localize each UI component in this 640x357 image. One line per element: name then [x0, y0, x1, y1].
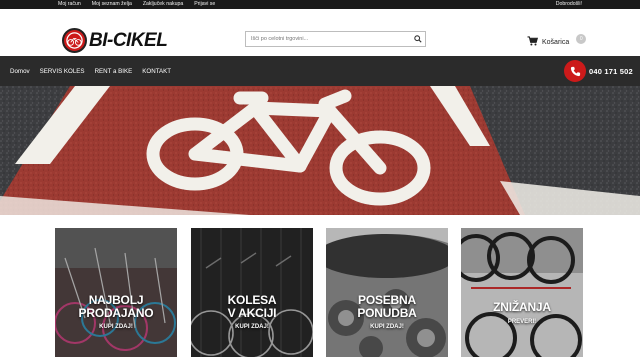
site-logo[interactable]: BI-CIKEL	[62, 28, 168, 53]
phone-contact[interactable]: 040 171 502	[564, 60, 633, 82]
top-bar: Moj račun Moj seznam želja Zaključek nak…	[0, 0, 640, 9]
search-icon[interactable]	[411, 32, 425, 46]
nav-item-home[interactable]: Domov	[10, 68, 30, 75]
bicycle-wheel-logo-icon	[62, 28, 87, 53]
shopping-cart-icon	[527, 33, 539, 51]
cart-button[interactable]: Košarica 0	[527, 33, 587, 51]
nav-item-rent-a-bike[interactable]: RENT a BIKE	[95, 68, 133, 75]
tile-title-line2: V AKCIJI	[227, 306, 277, 320]
main-navigation: Domov SERVIS KOLES RENT a BIKE KONTAKT 0…	[0, 56, 640, 86]
search-box	[245, 31, 426, 47]
link-wishlist[interactable]: Moj seznam želja	[92, 1, 132, 8]
tile-cta: KUPI ZDAJ!	[99, 324, 133, 330]
tile-discounts[interactable]: ZNIŽANJA PREVERI!	[461, 228, 583, 357]
bike-lane-image	[0, 86, 640, 215]
nav-item-contact[interactable]: KONTAKT	[142, 68, 171, 75]
link-my-account[interactable]: Moj račun	[58, 1, 81, 8]
site-header: BI-CIKEL Košarica 0	[0, 9, 640, 56]
logo-wordmark: BI-CIKEL	[89, 30, 168, 51]
tile-title-line1: ZNIŽANJA	[493, 300, 551, 314]
nav-item-bike-service[interactable]: SERVIS KOLES	[40, 68, 85, 75]
tile-bikes-on-sale[interactable]: KOLESA V AKCIJI KUPI ZDAJ!	[191, 228, 313, 357]
category-tiles: NAJBOLJ PRODAJANO KUPI ZDAJ! KOLESA V AK…	[0, 228, 640, 357]
tile-best-sellers[interactable]: NAJBOLJ PRODAJANO KUPI ZDAJ!	[55, 228, 177, 357]
cart-count-badge: 0	[576, 34, 587, 44]
tile-cta: KUPI ZDAJ!	[370, 324, 404, 330]
account-links: Moj račun Moj seznam želja Zaključek nak…	[58, 1, 215, 8]
tile-cta: PREVERI!	[507, 319, 537, 325]
phone-number: 040 171 502	[589, 66, 633, 76]
link-login[interactable]: Prijavi se	[194, 1, 215, 8]
tile-cta: KUPI ZDAJ!	[235, 324, 269, 330]
phone-icon	[564, 60, 586, 82]
welcome-message: Dobrodošli!	[555, 1, 582, 7]
tile-special-offer[interactable]: POSEBNA PONUDBA KUPI ZDAJ!	[326, 228, 448, 357]
link-checkout[interactable]: Zaključek nakupa	[143, 1, 183, 8]
discounts-image	[461, 228, 583, 357]
tile-title-line2: PONUDBA	[357, 306, 417, 320]
tile-title-line2: PRODAJANO	[78, 306, 154, 320]
search-input[interactable]	[246, 32, 411, 46]
cart-label: Košarica	[542, 38, 570, 46]
hero-banner[interactable]	[0, 86, 640, 215]
